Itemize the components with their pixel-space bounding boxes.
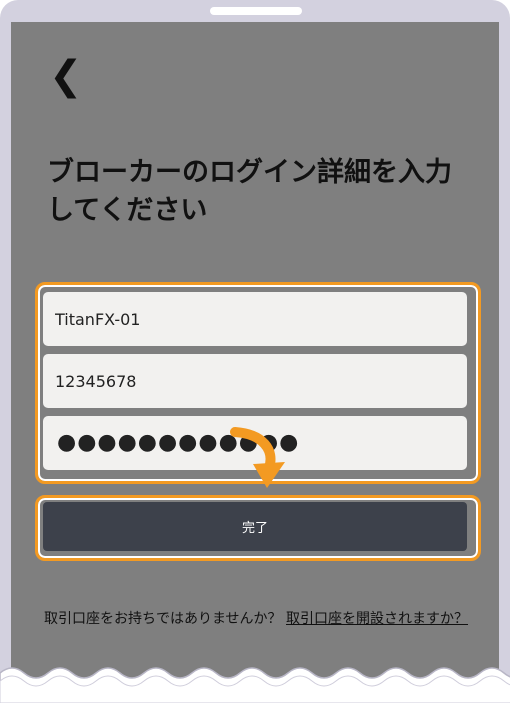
signup-question: 取引口座をお持ちではありませんか？ <box>43 611 282 627</box>
done-button[interactable]: 完了 <box>43 502 467 551</box>
open-account-link[interactable]: 取引口座を開設されますか？ <box>286 611 468 627</box>
signup-prompt: 取引口座をお持ちではありませんか？ 取引口座を開設されますか？ <box>41 608 471 630</box>
torn-edge <box>0 667 510 703</box>
app-screen: ❮ ブローカーのログイン詳細を入力してください ●●●●●●●●●●●● 完了 … <box>11 22 499 703</box>
server-input[interactable] <box>43 292 467 346</box>
back-button[interactable]: ❮ <box>49 56 83 96</box>
curved-arrow-icon <box>230 427 285 488</box>
page-title: ブローカーのログイン詳細を入力してください <box>47 157 452 226</box>
device-notch <box>210 7 302 15</box>
screenshot-frame: ❮ ブローカーのログイン詳細を入力してください ●●●●●●●●●●●● 完了 … <box>0 0 510 703</box>
chevron-left-icon: ❮ <box>49 53 83 99</box>
account-input[interactable] <box>43 354 467 408</box>
device-frame: ❮ ブローカーのログイン詳細を入力してください ●●●●●●●●●●●● 完了 … <box>0 0 510 703</box>
